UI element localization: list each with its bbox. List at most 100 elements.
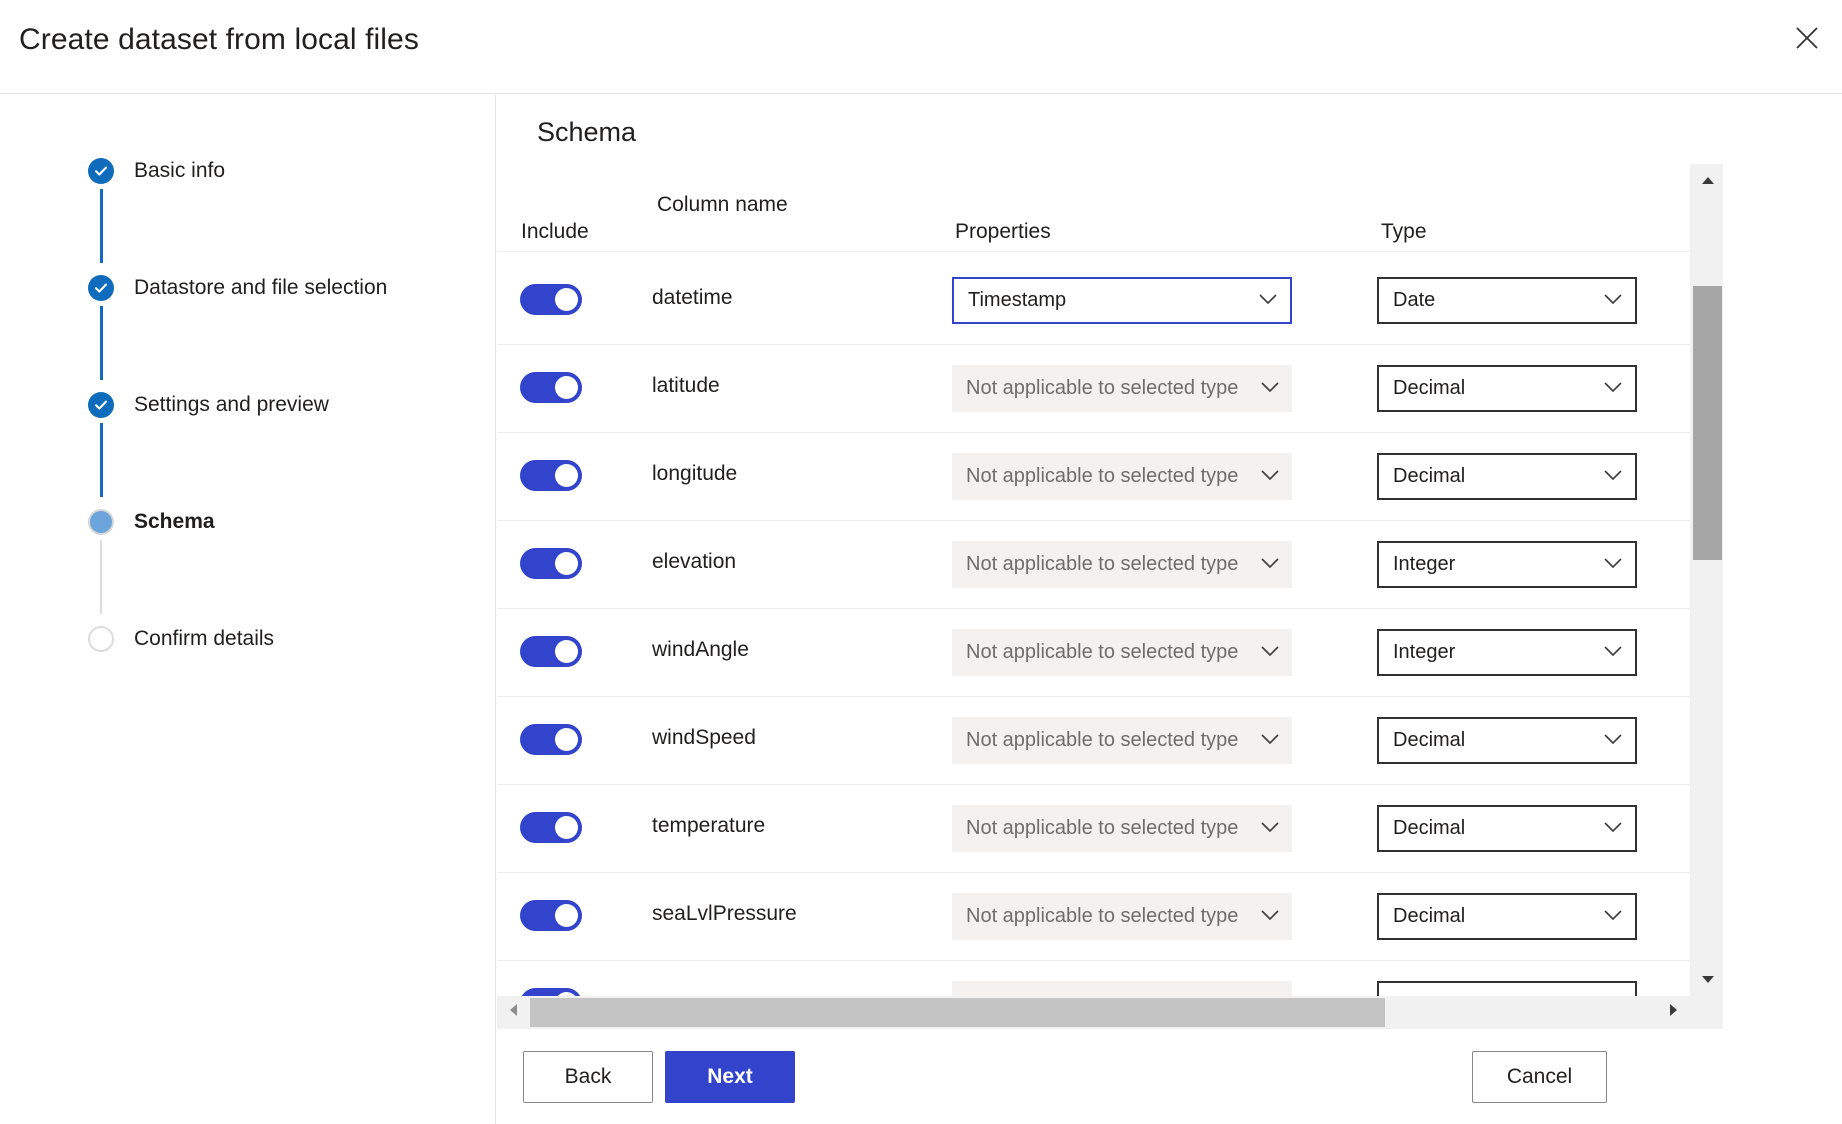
type-dropdown[interactable]: Decimal: [1377, 365, 1637, 412]
table-horizontal-scrollbar[interactable]: [497, 996, 1723, 1029]
chevron-down-icon: [1604, 468, 1622, 486]
scroll-down-button[interactable]: [1691, 963, 1724, 996]
include-toggle[interactable]: [520, 372, 582, 403]
include-toggle[interactable]: [520, 988, 582, 996]
properties-dropdown[interactable]: Not applicable to selected type: [952, 805, 1292, 852]
next-button[interactable]: Next: [665, 1051, 795, 1103]
properties-dropdown[interactable]: Timestamp: [952, 277, 1292, 324]
wizard-step-label: Datastore and file selection: [134, 275, 387, 301]
schema-table: Include Column name Properties Type date…: [497, 164, 1690, 996]
properties-value: Timestamp: [968, 289, 1066, 312]
properties-dropdown[interactable]: [952, 981, 1292, 996]
wizard-step-label: Schema: [134, 509, 215, 535]
close-button[interactable]: [1786, 17, 1828, 59]
type-dropdown[interactable]: Decimal: [1377, 805, 1637, 852]
chevron-left-icon: [509, 1003, 518, 1022]
chevron-up-icon: [1701, 172, 1715, 190]
include-toggle[interactable]: [520, 724, 582, 755]
type-dropdown[interactable]: Decimal: [1377, 717, 1637, 764]
column-name-label: longitude: [652, 462, 737, 486]
chevron-down-icon: [1261, 556, 1279, 574]
properties-dropdown[interactable]: Not applicable to selected type: [952, 453, 1292, 500]
properties-value: Not applicable to selected type: [966, 729, 1238, 752]
step-complete-icon: [88, 275, 114, 301]
vertical-scroll-thumb[interactable]: [1693, 286, 1722, 560]
table-row: latitude Not applicable to selected type D…: [497, 345, 1690, 433]
include-toggle[interactable]: [520, 284, 582, 315]
type-dropdown[interactable]: Decimal: [1377, 453, 1637, 500]
horizontal-scroll-thumb[interactable]: [530, 998, 1385, 1027]
type-value: Integer: [1393, 641, 1455, 664]
toggle-knob: [555, 376, 578, 399]
step-connector: [100, 306, 103, 380]
table-row: seaLvlPressure Not applicable to selected…: [497, 873, 1690, 961]
column-name-label: seaLvlPressure: [652, 902, 797, 926]
chevron-right-icon: [1669, 1003, 1678, 1022]
toggle-knob: [555, 904, 578, 927]
type-dropdown[interactable]: [1377, 981, 1637, 996]
scroll-up-button[interactable]: [1691, 164, 1724, 197]
column-name-label: latitude: [652, 374, 720, 398]
scroll-left-button[interactable]: [497, 996, 530, 1029]
type-dropdown[interactable]: Date: [1377, 277, 1637, 324]
scroll-right-button[interactable]: [1657, 996, 1690, 1029]
properties-value: Not applicable to selected type: [966, 553, 1238, 576]
scrollbar-corner: [1690, 996, 1723, 1029]
properties-dropdown[interactable]: Not applicable to selected type: [952, 365, 1292, 412]
toggle-knob: [555, 552, 578, 575]
table-row: windSpeed Not applicable to selected type…: [497, 697, 1690, 785]
cancel-button[interactable]: Cancel: [1472, 1051, 1607, 1103]
column-name-label: temperature: [652, 814, 765, 838]
section-title: Schema: [537, 117, 636, 148]
properties-dropdown[interactable]: Not applicable to selected type: [952, 541, 1292, 588]
type-value: Decimal: [1393, 465, 1465, 488]
wizard-step-label: Settings and preview: [134, 392, 329, 418]
table-header-row: Include Column name Properties Type: [497, 164, 1690, 252]
table-row: [497, 961, 1690, 996]
step-current-icon: [90, 511, 112, 533]
wizard-step-label: Basic info: [134, 158, 225, 184]
include-toggle[interactable]: [520, 812, 582, 843]
column-name-label: windAngle: [652, 638, 749, 662]
chevron-down-icon: [1604, 820, 1622, 838]
properties-value: Not applicable to selected type: [966, 377, 1238, 400]
chevron-down-icon: [1604, 732, 1622, 750]
include-toggle[interactable]: [520, 460, 582, 491]
column-name-label: windSpeed: [652, 726, 756, 750]
dialog-header: Create dataset from local files: [0, 0, 1842, 94]
chevron-down-icon: [1261, 644, 1279, 662]
back-button[interactable]: Back: [523, 1051, 653, 1103]
properties-dropdown[interactable]: Not applicable to selected type: [952, 629, 1292, 676]
properties-dropdown[interactable]: Not applicable to selected type: [952, 717, 1292, 764]
type-value: Date: [1393, 289, 1435, 312]
step-connector: [100, 540, 102, 614]
chevron-down-icon: [1701, 971, 1715, 989]
chevron-down-icon: [1604, 908, 1622, 926]
type-value: Decimal: [1393, 905, 1465, 928]
type-dropdown[interactable]: Integer: [1377, 541, 1637, 588]
table-row: datetime Timestamp Date: [497, 257, 1690, 345]
column-header-include: Include: [521, 220, 589, 244]
type-dropdown[interactable]: Decimal: [1377, 893, 1637, 940]
chevron-down-icon: [1604, 292, 1622, 310]
chevron-down-icon: [1261, 732, 1279, 750]
properties-value: Not applicable to selected type: [966, 817, 1238, 840]
step-complete-icon: [88, 392, 114, 418]
type-value: Decimal: [1393, 817, 1465, 840]
chevron-down-icon: [1604, 644, 1622, 662]
type-value: Integer: [1393, 553, 1455, 576]
toggle-knob: [555, 728, 578, 751]
table-body: datetime Timestamp Date latitude Not applica…: [497, 257, 1690, 996]
close-icon: [1795, 26, 1819, 50]
column-name-label: datetime: [652, 286, 733, 310]
properties-dropdown[interactable]: Not applicable to selected type: [952, 893, 1292, 940]
type-dropdown[interactable]: Integer: [1377, 629, 1637, 676]
include-toggle[interactable]: [520, 548, 582, 579]
toggle-knob: [555, 640, 578, 663]
properties-value: Not applicable to selected type: [966, 905, 1238, 928]
include-toggle[interactable]: [520, 900, 582, 931]
chevron-down-icon: [1604, 556, 1622, 574]
column-header-properties: Properties: [955, 220, 1051, 244]
include-toggle[interactable]: [520, 636, 582, 667]
table-vertical-scrollbar[interactable]: [1690, 164, 1723, 996]
